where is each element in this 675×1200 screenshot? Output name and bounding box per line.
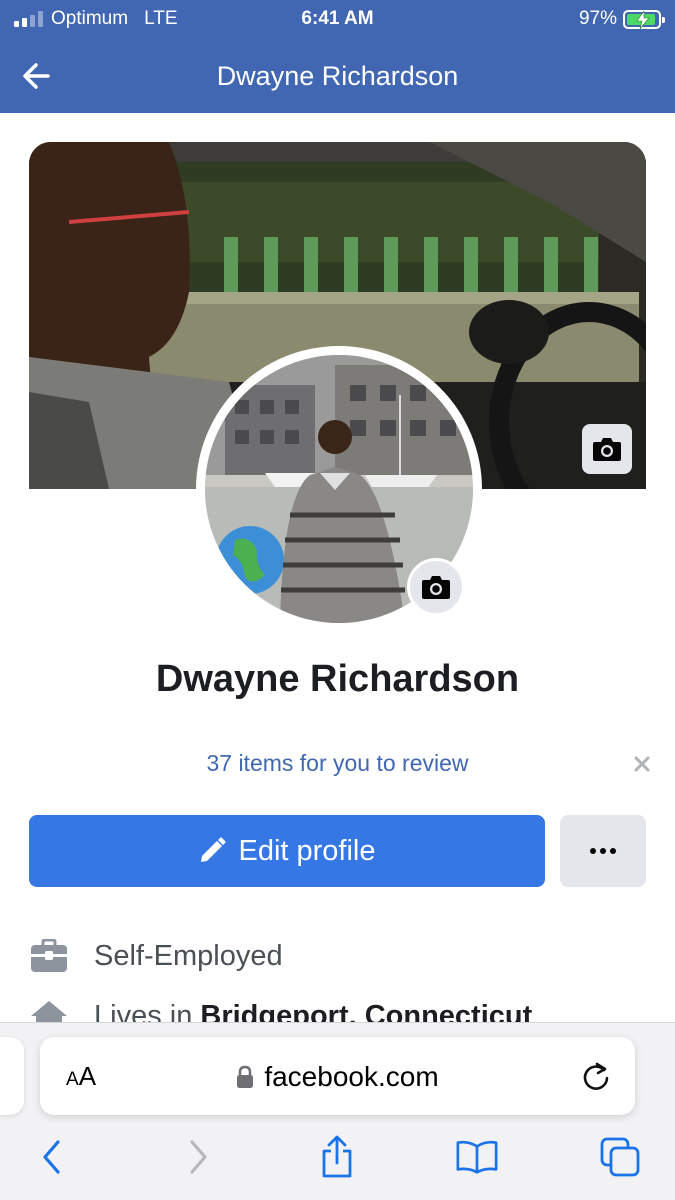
reload-icon: [583, 1062, 609, 1090]
pencil-icon: [201, 837, 226, 862]
info-work-row[interactable]: Self-Employed: [29, 936, 283, 976]
forward-icon: [190, 1140, 207, 1174]
browser-chrome: AA facebook.com: [0, 1022, 675, 1200]
status-time: 6:41 AM: [301, 8, 374, 29]
reload-button[interactable]: [581, 1061, 611, 1091]
share-icon: [322, 1135, 352, 1178]
battery-icon: [623, 9, 665, 29]
browser-back-button[interactable]: [30, 1135, 74, 1179]
more-options-button[interactable]: [560, 815, 646, 887]
camera-icon: [422, 576, 450, 599]
avatar-camera-button[interactable]: [407, 558, 465, 616]
review-link[interactable]: 37 items for you to review: [0, 750, 675, 777]
header-title: Dwayne Richardson: [216, 61, 459, 91]
tabs-icon: [600, 1137, 640, 1177]
browser-bookmarks-button[interactable]: [455, 1135, 499, 1179]
cover-photo-camera-button[interactable]: [582, 424, 632, 474]
more-horizontal-icon: [590, 848, 616, 854]
address-bar[interactable]: AA facebook.com: [40, 1037, 635, 1115]
back-icon: [43, 1140, 60, 1174]
battery-percent: 97%: [578, 8, 617, 29]
previous-tab-peek[interactable]: [0, 1037, 24, 1115]
edit-profile-button[interactable]: Edit profile: [29, 815, 545, 887]
lock-icon: [237, 1065, 254, 1088]
browser-forward-button[interactable]: [176, 1135, 220, 1179]
close-icon: [634, 756, 650, 772]
edit-profile-label: Edit profile: [238, 834, 376, 867]
nav-bar: Dwayne Richardson: [0, 48, 675, 104]
status-bar: Optimum LTE 6:41 AM 97%: [0, 0, 675, 40]
url-text: facebook.com: [264, 1061, 439, 1092]
info-work-text: Self-Employed: [94, 939, 283, 972]
profile-screen: Optimum LTE 6:41 AM 97% Dwayne Richardso…: [0, 0, 675, 1200]
bookmarks-icon: [456, 1140, 498, 1174]
browser-share-button[interactable]: [315, 1135, 359, 1179]
profile-name: Dwayne Richardson: [155, 658, 520, 700]
review-close-button[interactable]: [630, 752, 654, 776]
briefcase-icon: [29, 936, 69, 976]
app-header: Optimum LTE 6:41 AM 97% Dwayne Richardso…: [0, 0, 675, 113]
url-display[interactable]: facebook.com: [40, 1061, 635, 1093]
browser-toolbar: [0, 1135, 675, 1185]
browser-tabs-button[interactable]: [598, 1135, 642, 1179]
camera-icon: [593, 438, 621, 461]
status-right: 97%: [578, 8, 665, 30]
